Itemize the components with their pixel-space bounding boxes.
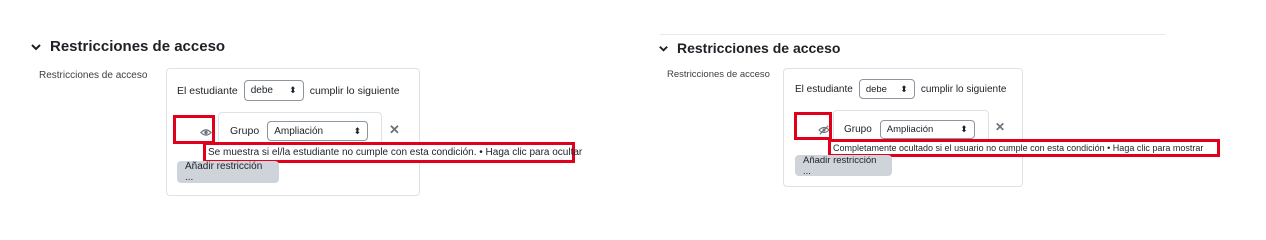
highlight-box: [173, 115, 215, 144]
section-title: Restricciones de acceso: [50, 38, 226, 55]
section-header[interactable]: Restricciones de acceso: [30, 38, 225, 55]
tooltip: Se muestra si el/la estudiante no cumple…: [203, 142, 582, 163]
select-caret-icon: ⬍: [289, 85, 297, 95]
student-line: El estudiante debe ⬍ cumplir lo siguient…: [795, 79, 1006, 99]
field-label: Restricciones de acceso: [39, 70, 148, 81]
group-select-value: Ampliación: [886, 124, 934, 135]
group-line: Grupo Ampliación ⬍: [844, 120, 975, 139]
must-select-value: debe: [250, 85, 273, 96]
delete-condition-icon[interactable]: ✕: [995, 120, 1005, 134]
select-caret-icon: ⬍: [960, 124, 968, 134]
add-restriction-button[interactable]: Añadir restricción ...: [177, 161, 279, 183]
highlight-box: [794, 112, 832, 140]
condition-type-label: Grupo: [230, 125, 260, 137]
group-line: Grupo Ampliación ⬍: [230, 121, 369, 141]
select-caret-icon: ⬍: [353, 125, 362, 136]
left-panel: Restricciones de acceso Restricciones de…: [0, 0, 632, 223]
group-select-value: Ampliación: [274, 125, 324, 137]
must-select-value: debe: [865, 83, 887, 95]
group-select[interactable]: Ampliación ⬍: [879, 120, 975, 139]
chevron-down-icon: [659, 45, 668, 52]
delete-condition-icon[interactable]: ✕: [389, 122, 400, 138]
group-select[interactable]: Ampliación ⬍: [267, 121, 369, 141]
add-restriction-button[interactable]: Añadir restricción ...: [795, 155, 892, 177]
must-select[interactable]: debe ⬍: [243, 80, 304, 101]
select-caret-icon: ⬍: [900, 83, 908, 94]
student-suffix: cumplir lo siguiente: [920, 83, 1007, 95]
student-prefix: El estudiante: [795, 83, 853, 95]
field-label: Restricciones de acceso: [667, 69, 770, 80]
must-select[interactable]: debe ⬍: [858, 79, 915, 99]
section-header[interactable]: Restricciones de acceso: [658, 40, 840, 56]
student-line: El estudiante debe ⬍ cumplir lo siguient…: [177, 80, 400, 101]
section-title: Restricciones de acceso: [677, 40, 841, 56]
student-prefix: El estudiante: [177, 84, 238, 97]
condition-type-label: Grupo: [844, 124, 872, 135]
student-suffix: cumplir lo siguiente: [309, 84, 400, 97]
right-panel: Restricciones de acceso Restricciones de…: [632, 0, 1266, 223]
chevron-down-icon: [31, 43, 41, 50]
